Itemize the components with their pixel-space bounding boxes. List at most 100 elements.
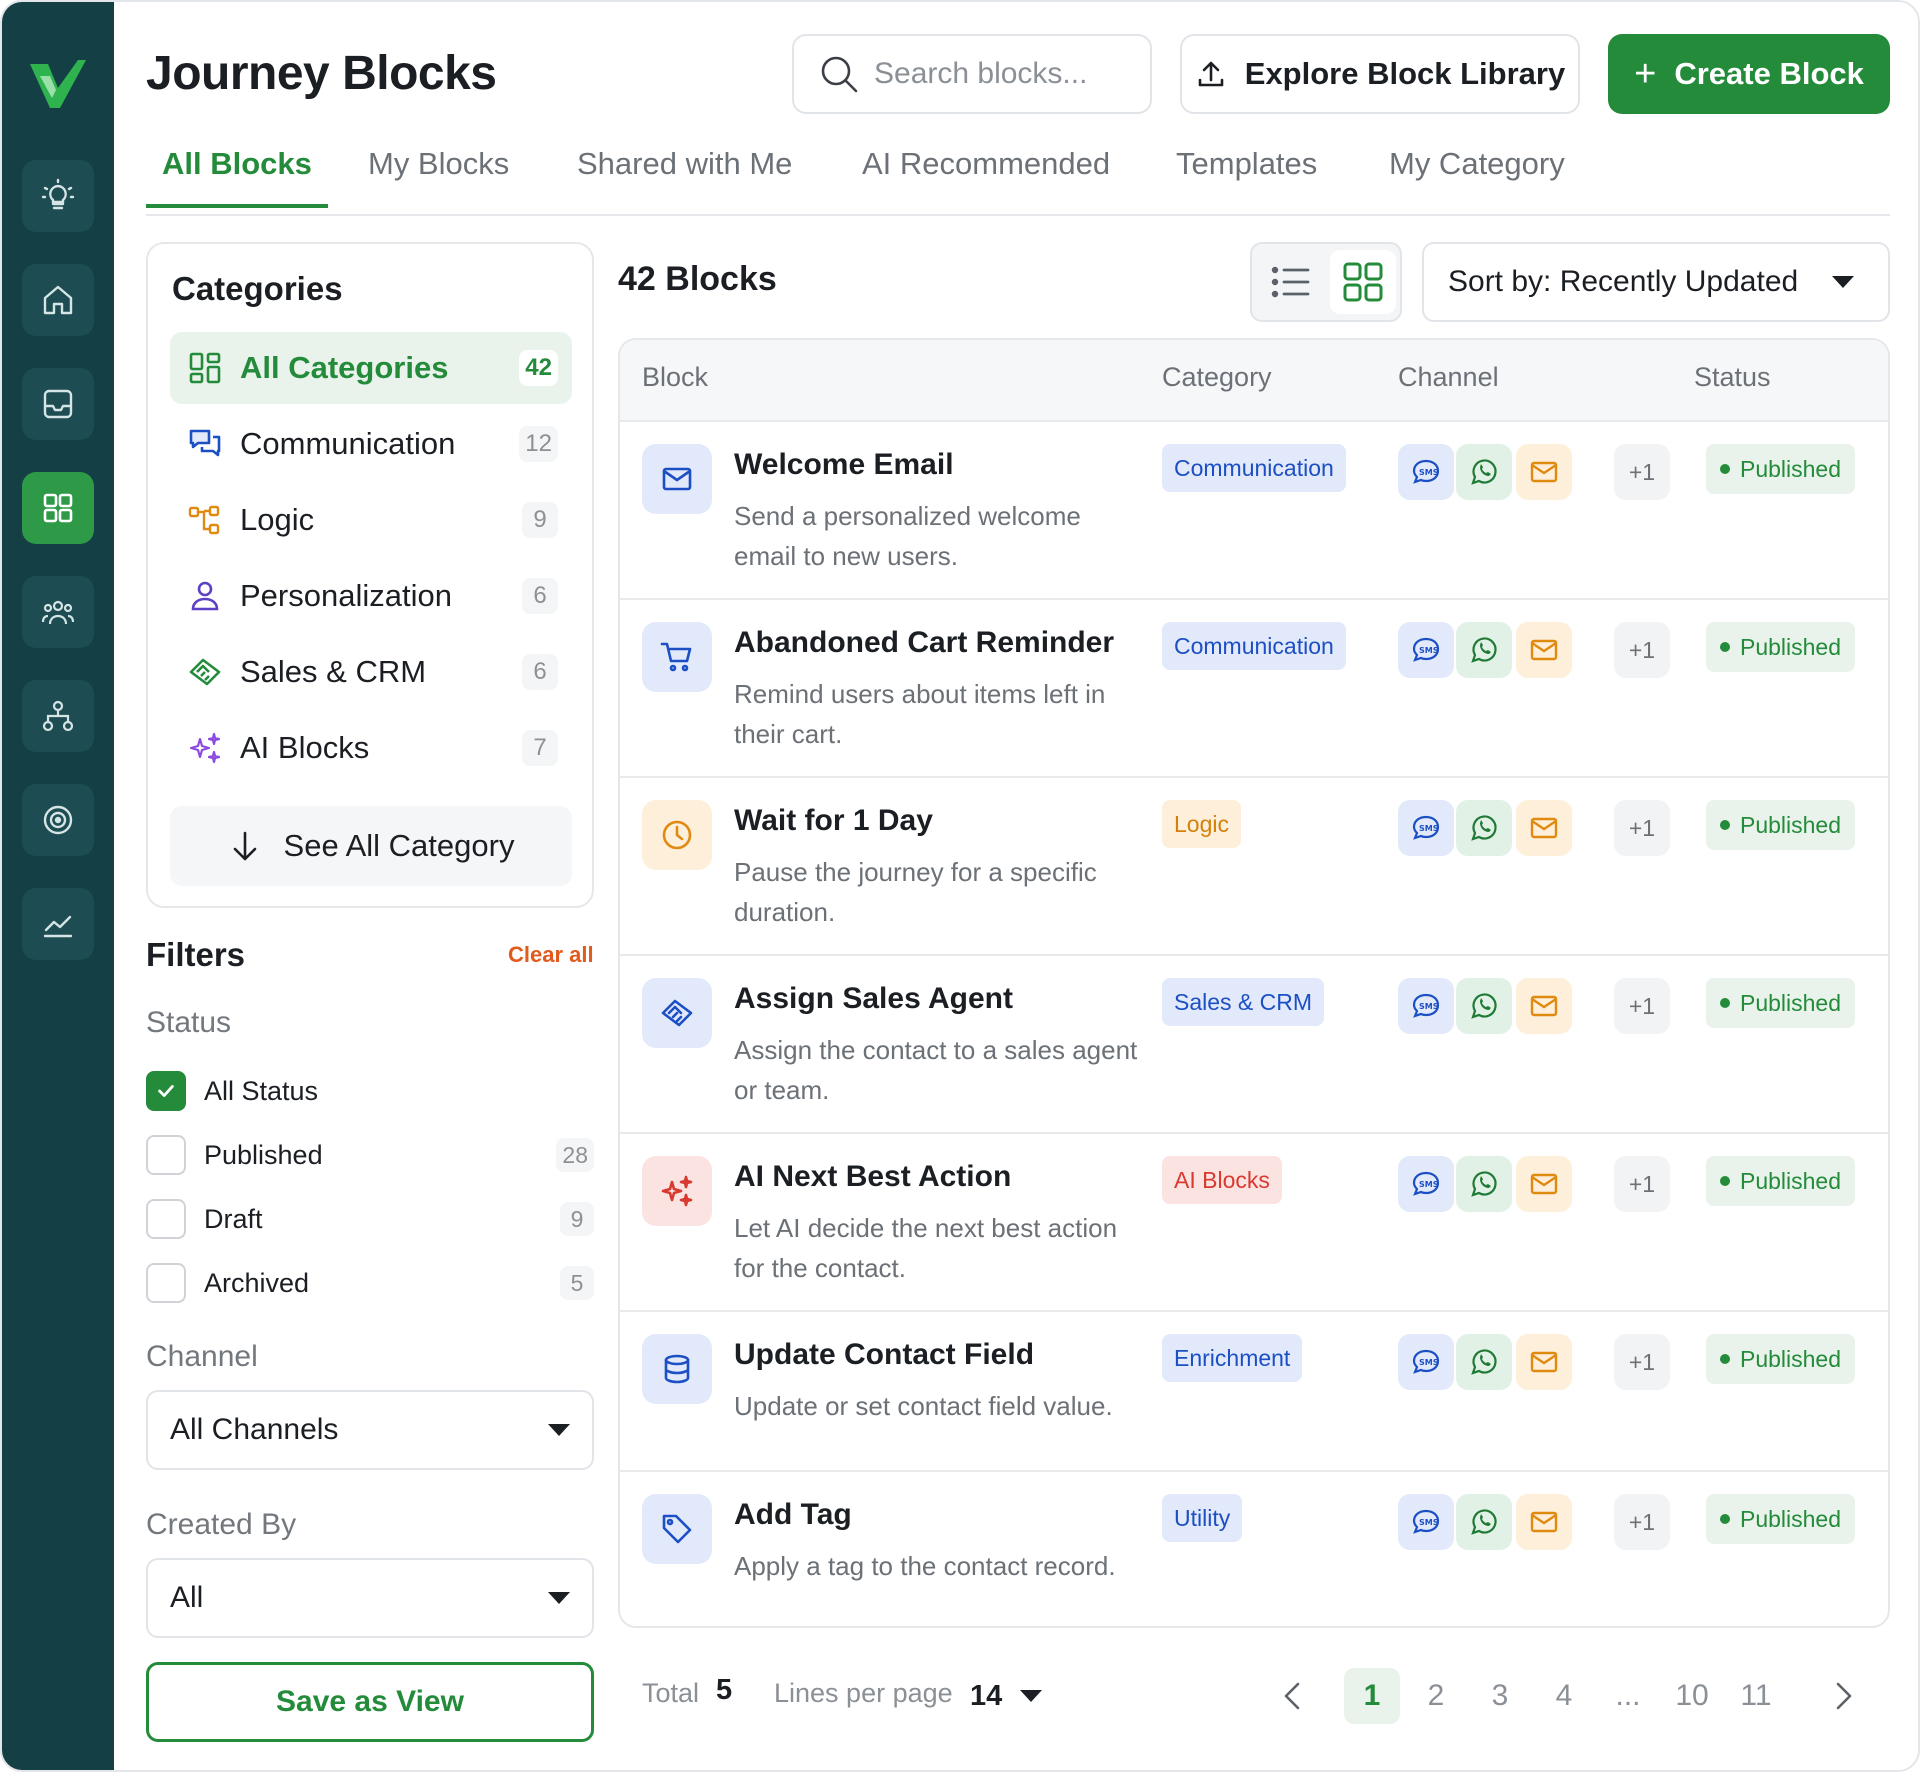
channel-more[interactable]: +1: [1614, 800, 1670, 856]
cart-icon: [660, 642, 692, 672]
nav-ideas[interactable]: [22, 160, 94, 232]
table-row[interactable]: Wait for 1 Day Pause the journey for a sp…: [620, 776, 1888, 954]
explore-library-label: Explore Block Library: [1244, 56, 1566, 91]
block-name[interactable]: Abandoned Cart Reminder: [734, 626, 1114, 660]
block-name[interactable]: Welcome Email: [734, 448, 954, 482]
checkbox-checked[interactable]: [146, 1071, 186, 1111]
status-option-draft[interactable]: Draft 9: [146, 1198, 594, 1240]
table-row[interactable]: Welcome Email Send a personalized welcome…: [620, 420, 1888, 598]
channel-more[interactable]: +1: [1614, 1334, 1670, 1390]
block-name[interactable]: Wait for 1 Day: [734, 804, 933, 838]
tab-my-blocks[interactable]: My Blocks: [368, 146, 509, 204]
block-icon: [642, 800, 712, 870]
whatsapp-icon: [1471, 1349, 1497, 1375]
nav-audience[interactable]: [22, 576, 94, 648]
status-label: Published: [1740, 811, 1842, 838]
block-name[interactable]: Assign Sales Agent: [734, 982, 1013, 1016]
category-logic[interactable]: Logic 9: [170, 484, 572, 556]
category-personalization[interactable]: Personalization 6: [170, 560, 572, 632]
block-name[interactable]: Update Contact Field: [734, 1338, 1034, 1372]
channel-more[interactable]: +1: [1614, 622, 1670, 678]
table-row[interactable]: Add Tag Apply a tag to the contact record…: [620, 1470, 1888, 1626]
nav-inbox[interactable]: [22, 368, 94, 440]
category-sales-crm[interactable]: Sales & CRM 6: [170, 636, 572, 708]
column-header-block[interactable]: Block: [642, 362, 708, 393]
column-header-channel[interactable]: Channel: [1398, 362, 1499, 393]
brand-logo[interactable]: [26, 54, 90, 114]
status-option-archived[interactable]: Archived 5: [146, 1262, 594, 1304]
channel-more[interactable]: +1: [1614, 444, 1670, 500]
list-view-button[interactable]: [1258, 250, 1324, 314]
table-row[interactable]: Update Contact Field Update or set contac…: [620, 1310, 1888, 1470]
nav-blocks[interactable]: [22, 472, 94, 544]
category-count: 42: [519, 350, 558, 386]
category-communication[interactable]: Communication 12: [170, 408, 572, 480]
category-ai-blocks[interactable]: AI Blocks 7: [170, 712, 572, 784]
status-option-label: All Status: [204, 1075, 319, 1106]
status-option-published[interactable]: Published 28: [146, 1134, 594, 1176]
chat-icon: [189, 429, 221, 457]
pagination-page[interactable]: 10: [1664, 1668, 1720, 1724]
table-row[interactable]: AI Next Best Action Let AI decide the nex…: [620, 1132, 1888, 1310]
chevron-right-icon[interactable]: [1822, 1676, 1862, 1716]
grid-view-button[interactable]: [1330, 250, 1396, 314]
tab-my-category[interactable]: My Category: [1389, 146, 1565, 204]
status-badge: Published: [1706, 622, 1856, 672]
chevron-left-icon[interactable]: [1274, 1676, 1314, 1716]
nav-org[interactable]: [22, 680, 94, 752]
clear-all-link[interactable]: Clear all: [508, 942, 594, 968]
channel-select[interactable]: All Channels: [146, 1390, 594, 1470]
nav-analytics[interactable]: [22, 888, 94, 960]
channel-more[interactable]: +1: [1614, 1156, 1670, 1212]
create-block-button[interactable]: + Create Block: [1608, 34, 1890, 114]
pagination-page[interactable]: 3: [1472, 1668, 1528, 1724]
status-option-count: 9: [560, 1202, 594, 1236]
checkbox[interactable]: [146, 1199, 186, 1239]
status-badge: Published: [1706, 978, 1856, 1028]
block-description: Let AI decide the next best action for t…: [734, 1213, 1118, 1283]
explore-library-button[interactable]: Explore Block Library: [1180, 34, 1580, 114]
svg-text:SMS: SMS: [1419, 1358, 1439, 1367]
pagination-page[interactable]: 11: [1728, 1668, 1784, 1724]
category-all[interactable]: All Categories 42: [170, 332, 572, 404]
nav-goals[interactable]: [22, 784, 94, 856]
channel-more[interactable]: +1: [1614, 1494, 1670, 1550]
tab-all-blocks[interactable]: All Blocks: [146, 146, 328, 208]
channel-whatsapp: [1456, 800, 1512, 856]
status-option-all[interactable]: All Status: [146, 1070, 594, 1112]
tab-shared-with-me[interactable]: Shared with Me: [577, 146, 792, 204]
block-name[interactable]: Add Tag: [734, 1498, 852, 1532]
table-row[interactable]: Abandoned Cart Reminder Remind users abou…: [620, 598, 1888, 776]
channel-sms: SMS: [1398, 978, 1454, 1034]
table-row[interactable]: Assign Sales Agent Assign the contact to …: [620, 954, 1888, 1132]
nav-home[interactable]: [22, 264, 94, 336]
status-dot: [1720, 998, 1730, 1008]
see-all-category-button[interactable]: See All Category: [170, 806, 572, 886]
pagination-page[interactable]: 4: [1536, 1668, 1592, 1724]
column-header-category[interactable]: Category: [1162, 362, 1272, 393]
chevron-down-icon: [1832, 276, 1854, 288]
block-name[interactable]: AI Next Best Action: [734, 1160, 1011, 1194]
block-description: Pause the journey for a specific duratio…: [734, 857, 1097, 927]
checkbox[interactable]: [146, 1263, 186, 1303]
search-box[interactable]: [792, 34, 1152, 114]
page-title: Journey Blocks: [146, 47, 497, 100]
search-input[interactable]: [874, 57, 1124, 91]
sort-select-value: Sort by: Recently Updated: [1448, 265, 1799, 298]
tag-icon: [662, 1514, 692, 1544]
sort-select[interactable]: Sort by: Recently Updated: [1422, 242, 1890, 322]
created-by-select[interactable]: All: [146, 1558, 594, 1638]
view-toggle: [1250, 242, 1402, 322]
pagination-page[interactable]: 2: [1408, 1668, 1464, 1724]
lines-per-page-select[interactable]: 14: [970, 1668, 1043, 1724]
category-count: 6: [522, 578, 558, 614]
tab-templates[interactable]: Templates: [1176, 146, 1317, 204]
tab-ai-recommended[interactable]: AI Recommended: [862, 146, 1110, 204]
pagination-page[interactable]: 1: [1344, 1668, 1400, 1724]
category-badge: AI Blocks: [1162, 1156, 1282, 1204]
checkbox[interactable]: [146, 1135, 186, 1175]
save-as-view-button[interactable]: Save as View: [146, 1662, 594, 1742]
channel-more[interactable]: +1: [1614, 978, 1670, 1034]
column-header-status[interactable]: Status: [1694, 362, 1771, 393]
status-badge: Published: [1706, 1156, 1856, 1206]
